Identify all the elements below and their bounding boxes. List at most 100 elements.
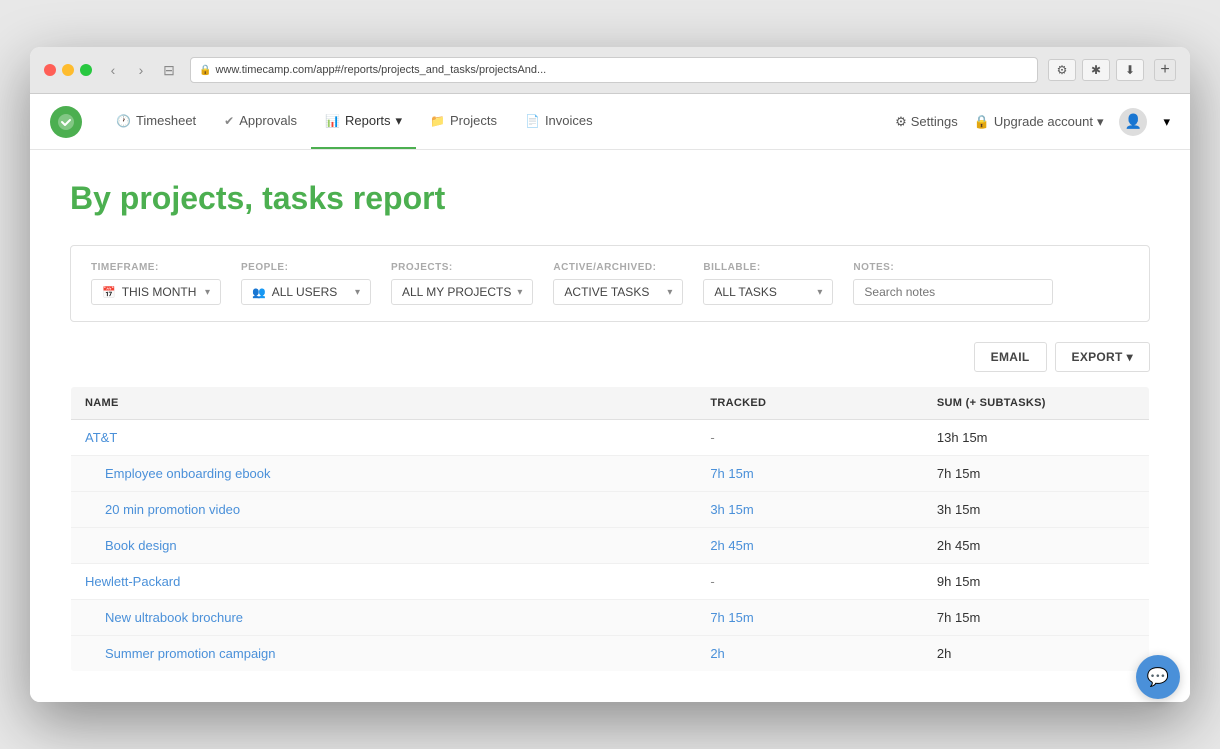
email-button[interactable]: EMAIL [974, 342, 1047, 372]
people-filter-group: PEOPLE: 👥 ALL USERS ▾ [241, 262, 371, 305]
upgrade-button[interactable]: 🔒 Upgrade account ▾ [974, 114, 1104, 130]
app-content: 🕐 Timesheet ✔ Approvals 📊 Reports ▾ 📁 Pr… [30, 94, 1190, 702]
settings-gear-icon: ⚙ [895, 114, 907, 130]
back-button[interactable]: ‹ [102, 59, 124, 81]
settings-link[interactable]: ⚙ Settings [895, 114, 958, 130]
notes-label: NOTES: [853, 262, 1053, 273]
nav-approvals[interactable]: ✔ Approvals [210, 94, 311, 149]
row-name-cell: AT&T [71, 420, 697, 456]
export-button[interactable]: EXPORT ▾ [1055, 342, 1150, 372]
timeframe-filter-group: TIMEFRAME: 📅 THIS MONTH ▾ [91, 262, 221, 305]
row-name-cell: 20 min promotion video [71, 492, 697, 528]
tracked-value[interactable]: 7h 15m [710, 610, 753, 625]
projects-icon: 📁 [430, 114, 445, 128]
browser-nav: ‹ › ⊟ [102, 59, 180, 81]
window-controls [44, 64, 92, 76]
extension-button-1[interactable]: ⚙ [1048, 59, 1076, 81]
table-row: 20 min promotion video 3h 15m 3h 15m [71, 492, 1150, 528]
row-sum-cell: 2h [923, 636, 1150, 672]
task-name-link[interactable]: Book design [85, 538, 682, 553]
url-text: www.timecamp.com/app#/reports/projects_a… [215, 64, 546, 76]
people-select[interactable]: 👥 ALL USERS ▾ [241, 279, 371, 305]
filters-bar: TIMEFRAME: 📅 THIS MONTH ▾ PEOPLE: 👥 ALL … [70, 245, 1150, 322]
active-archived-value: ACTIVE TASKS [564, 285, 649, 299]
task-name-link[interactable]: 20 min promotion video [85, 502, 682, 517]
people-arrow-icon: ▾ [355, 287, 360, 298]
billable-arrow-icon: ▾ [817, 287, 822, 298]
table-row: Employee onboarding ebook 7h 15m 7h 15m [71, 456, 1150, 492]
approvals-label: Approvals [239, 113, 297, 128]
top-nav: 🕐 Timesheet ✔ Approvals 📊 Reports ▾ 📁 Pr… [30, 94, 1190, 150]
maximize-button[interactable] [80, 64, 92, 76]
upgrade-label: Upgrade account [994, 114, 1093, 129]
extension-button-3[interactable]: ⬇ [1116, 59, 1144, 81]
upgrade-arrow-icon: ▾ [1097, 114, 1104, 130]
tracked-dash: - [710, 574, 714, 589]
arrange-button[interactable]: ⊟ [158, 59, 180, 81]
upgrade-lock-icon: 🔒 [974, 114, 990, 130]
people-label: PEOPLE: [241, 262, 371, 273]
projects-select[interactable]: ALL MY PROJECTS ▾ [391, 279, 533, 305]
logo-icon [50, 106, 82, 138]
row-tracked-cell: 7h 15m [696, 600, 923, 636]
col-sum-header: SUM (+ SUBTASKS) [923, 387, 1150, 420]
address-bar[interactable]: 🔒 www.timecamp.com/app#/reports/projects… [190, 57, 1038, 83]
row-name-cell: New ultrabook brochure [71, 600, 697, 636]
table-row: Book design 2h 45m 2h 45m [71, 528, 1150, 564]
people-icon: 👥 [252, 286, 266, 299]
billable-label: BILLABLE: [703, 262, 833, 273]
table-header-row: NAME TRACKED SUM (+ SUBTASKS) [71, 387, 1150, 420]
projects-label: Projects [450, 113, 497, 128]
export-label: EXPORT [1072, 350, 1123, 364]
active-archived-label: ACTIVE/ARCHIVED: [553, 262, 683, 273]
minimize-button[interactable] [62, 64, 74, 76]
tracked-value[interactable]: 2h [710, 646, 724, 661]
user-avatar[interactable]: 👤 [1119, 108, 1147, 136]
actions-row: EMAIL EXPORT ▾ [70, 342, 1150, 372]
col-tracked-header: TRACKED [696, 387, 923, 420]
row-sum-cell: 7h 15m [923, 600, 1150, 636]
row-name-cell: Summer promotion campaign [71, 636, 697, 672]
notes-input[interactable] [853, 279, 1053, 305]
timesheet-icon: 🕐 [116, 114, 131, 128]
tracked-value[interactable]: 3h 15m [710, 502, 753, 517]
chat-icon: 💬 [1147, 667, 1169, 688]
timeframe-select[interactable]: 📅 THIS MONTH ▾ [91, 279, 221, 305]
nav-invoices[interactable]: 📄 Invoices [511, 94, 607, 149]
tracked-value[interactable]: 7h 15m [710, 466, 753, 481]
table-row: Hewlett-Packard - 9h 15m [71, 564, 1150, 600]
row-sum-cell: 2h 45m [923, 528, 1150, 564]
page-content: By projects, tasks report TIMEFRAME: 📅 T… [30, 150, 1190, 702]
user-dropdown-arrow: ▾ [1163, 114, 1170, 130]
logo-area [50, 106, 82, 138]
task-name-link[interactable]: Employee onboarding ebook [85, 466, 682, 481]
project-name-link[interactable]: Hewlett-Packard [85, 574, 180, 589]
active-archived-select[interactable]: ACTIVE TASKS ▾ [553, 279, 683, 305]
invoices-label: Invoices [545, 113, 593, 128]
projects-filter-group: PROJECTS: ALL MY PROJECTS ▾ [391, 262, 533, 305]
forward-button[interactable]: › [130, 59, 152, 81]
billable-select[interactable]: ALL TASKS ▾ [703, 279, 833, 305]
row-sum-cell: 7h 15m [923, 456, 1150, 492]
calendar-icon: 📅 [102, 286, 116, 299]
chat-button[interactable]: 💬 [1136, 655, 1180, 699]
close-button[interactable] [44, 64, 56, 76]
billable-filter-group: BILLABLE: ALL TASKS ▾ [703, 262, 833, 305]
active-archived-arrow-icon: ▾ [667, 287, 672, 298]
task-name-link[interactable]: Summer promotion campaign [85, 646, 682, 661]
row-sum-cell: 9h 15m [923, 564, 1150, 600]
timeframe-label: TIMEFRAME: [91, 262, 221, 273]
task-name-link[interactable]: New ultrabook brochure [85, 610, 682, 625]
tracked-value[interactable]: 2h 45m [710, 538, 753, 553]
add-tab-button[interactable]: + [1154, 59, 1176, 81]
report-table: NAME TRACKED SUM (+ SUBTASKS) AT&T - 13h… [70, 386, 1150, 672]
nav-reports[interactable]: 📊 Reports ▾ [311, 94, 416, 149]
timeframe-arrow-icon: ▾ [205, 287, 210, 298]
row-name-cell: Hewlett-Packard [71, 564, 697, 600]
nav-timesheet[interactable]: 🕐 Timesheet [102, 94, 210, 149]
nav-projects[interactable]: 📁 Projects [416, 94, 511, 149]
project-name-link[interactable]: AT&T [85, 430, 117, 445]
settings-label: Settings [911, 114, 958, 129]
extension-button-2[interactable]: ✱ [1082, 59, 1110, 81]
row-name-cell: Book design [71, 528, 697, 564]
